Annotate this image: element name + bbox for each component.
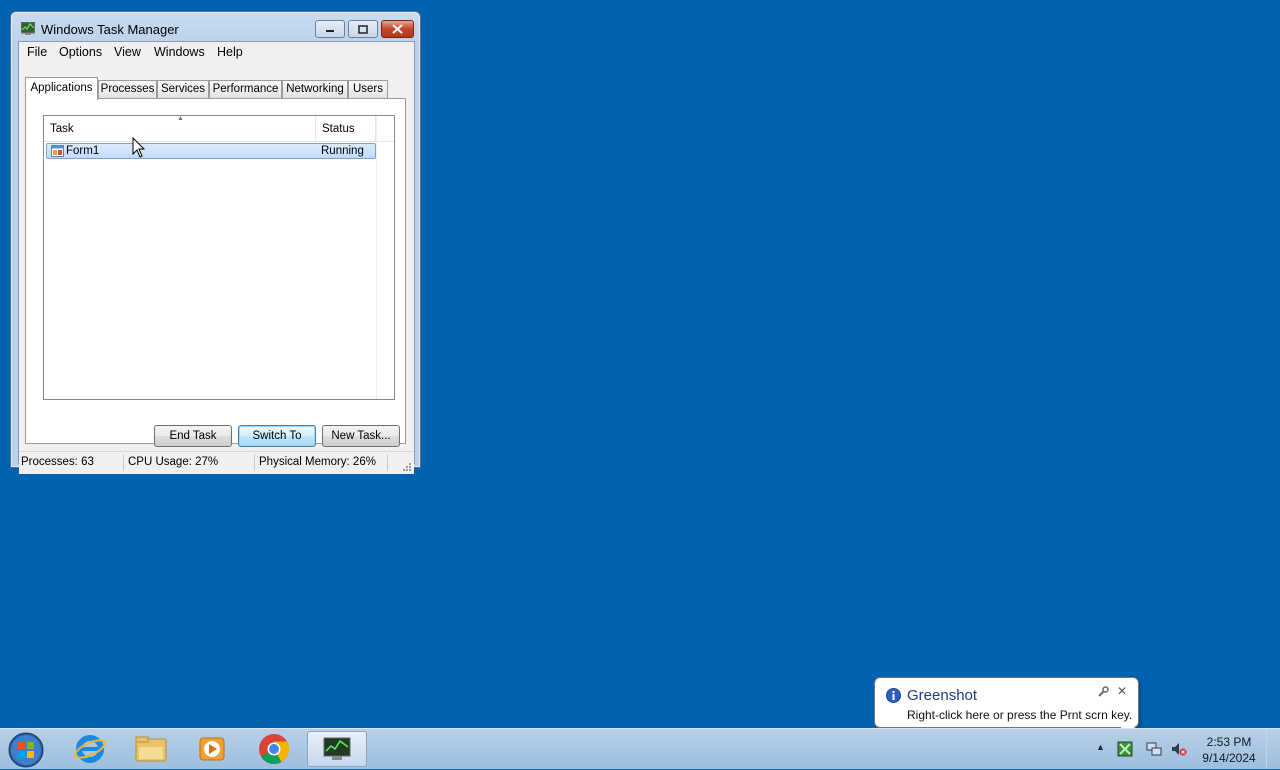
internet-explorer-icon [74, 735, 106, 763]
column-task[interactable]: Task [44, 116, 316, 141]
menu-view[interactable]: View [114, 45, 141, 59]
tab-services[interactable]: Services [157, 80, 209, 98]
menu-windows[interactable]: Windows [154, 45, 205, 59]
tab-users[interactable]: Users [348, 80, 388, 98]
clock-time: 2:53 PM [1206, 735, 1252, 749]
task-list[interactable]: ▲ Task Status Form1 Running [43, 115, 395, 400]
menu-options[interactable]: Options [59, 45, 102, 59]
chrome-icon [259, 734, 289, 765]
menu-bar: File Options View Windows Help [19, 42, 414, 62]
task-manager-icon [21, 22, 35, 35]
media-player-icon [199, 737, 225, 761]
taskbar: ▲ 2:53 PM 9/14/2024 [0, 728, 1280, 769]
task-name: Form1 [66, 145, 100, 157]
taskbar-file-explorer[interactable] [123, 731, 179, 767]
end-task-button[interactable]: End Task [154, 425, 232, 447]
column-status[interactable]: Status [316, 116, 376, 141]
balloon-title: Greenshot [907, 687, 978, 704]
taskbar-media-player[interactable] [184, 731, 240, 767]
notification-balloon[interactable]: Greenshot Right-click here or press the … [874, 677, 1139, 741]
balloon-text: Right-click here or press the Prnt scrn … [907, 708, 1133, 722]
system-clock[interactable]: 2:53 PM 9/14/2024 [1196, 734, 1262, 766]
status-divider [254, 454, 255, 471]
start-button-icon[interactable] [7, 731, 45, 769]
task-manager-icon [323, 737, 351, 760]
list-header: ▲ Task Status [44, 115, 394, 142]
title-bar[interactable]: Windows Task Manager [11, 12, 420, 42]
volume-muted-icon[interactable] [1171, 741, 1187, 757]
window-title: Windows Task Manager [41, 22, 179, 37]
window-client: File Options View Windows Help Applicati… [18, 41, 415, 474]
applications-panel: ▲ Task Status Form1 Running [25, 98, 406, 444]
taskbar-chrome[interactable] [246, 731, 302, 767]
clock-date: 9/14/2024 [1202, 751, 1256, 765]
application-icon [51, 145, 64, 157]
show-hidden-icons-icon[interactable]: ▲ [1096, 742, 1105, 752]
resize-grip-icon[interactable] [402, 462, 412, 472]
menu-help[interactable]: Help [217, 45, 243, 59]
balloon-close-icon[interactable]: ✕ [1117, 684, 1127, 698]
column-separator [376, 116, 377, 399]
taskbar-task-manager[interactable] [307, 731, 367, 767]
greenshot-tray-icon[interactable] [1117, 741, 1133, 757]
maximize-button[interactable] [348, 20, 378, 38]
close-button[interactable] [381, 20, 414, 38]
task-status: Running [321, 145, 364, 157]
tab-networking[interactable]: Networking [282, 80, 348, 98]
tab-applications[interactable]: Applications [25, 77, 98, 100]
processes-count: Processes: 63 [21, 456, 94, 468]
minimize-icon [326, 30, 334, 32]
info-icon [886, 688, 901, 703]
switch-to-button[interactable]: Switch To [238, 425, 316, 447]
file-explorer-icon [135, 736, 167, 762]
tab-processes[interactable]: Processes [98, 80, 157, 98]
table-row[interactable]: Form1 Running [46, 143, 376, 159]
status-divider [123, 454, 124, 471]
menu-file[interactable]: File [27, 45, 47, 59]
network-icon[interactable] [1146, 741, 1162, 757]
minimize-button[interactable] [315, 20, 345, 38]
physical-memory: Physical Memory: 26% [259, 456, 376, 468]
tab-performance[interactable]: Performance [209, 80, 282, 98]
maximize-icon [358, 24, 368, 34]
task-manager-window[interactable]: Windows Task Manager File Options View W… [10, 11, 421, 474]
close-icon [392, 24, 403, 34]
settings-wrench-icon[interactable] [1097, 686, 1109, 698]
cpu-usage: CPU Usage: 27% [128, 456, 219, 468]
status-bar: Processes: 63 CPU Usage: 27% Physical Me… [19, 451, 414, 474]
show-desktop-button[interactable] [1266, 729, 1280, 769]
mouse-cursor-icon [132, 137, 146, 158]
taskbar-internet-explorer[interactable] [62, 731, 118, 767]
status-divider [387, 454, 388, 471]
new-task-button[interactable]: New Task... [322, 425, 400, 447]
